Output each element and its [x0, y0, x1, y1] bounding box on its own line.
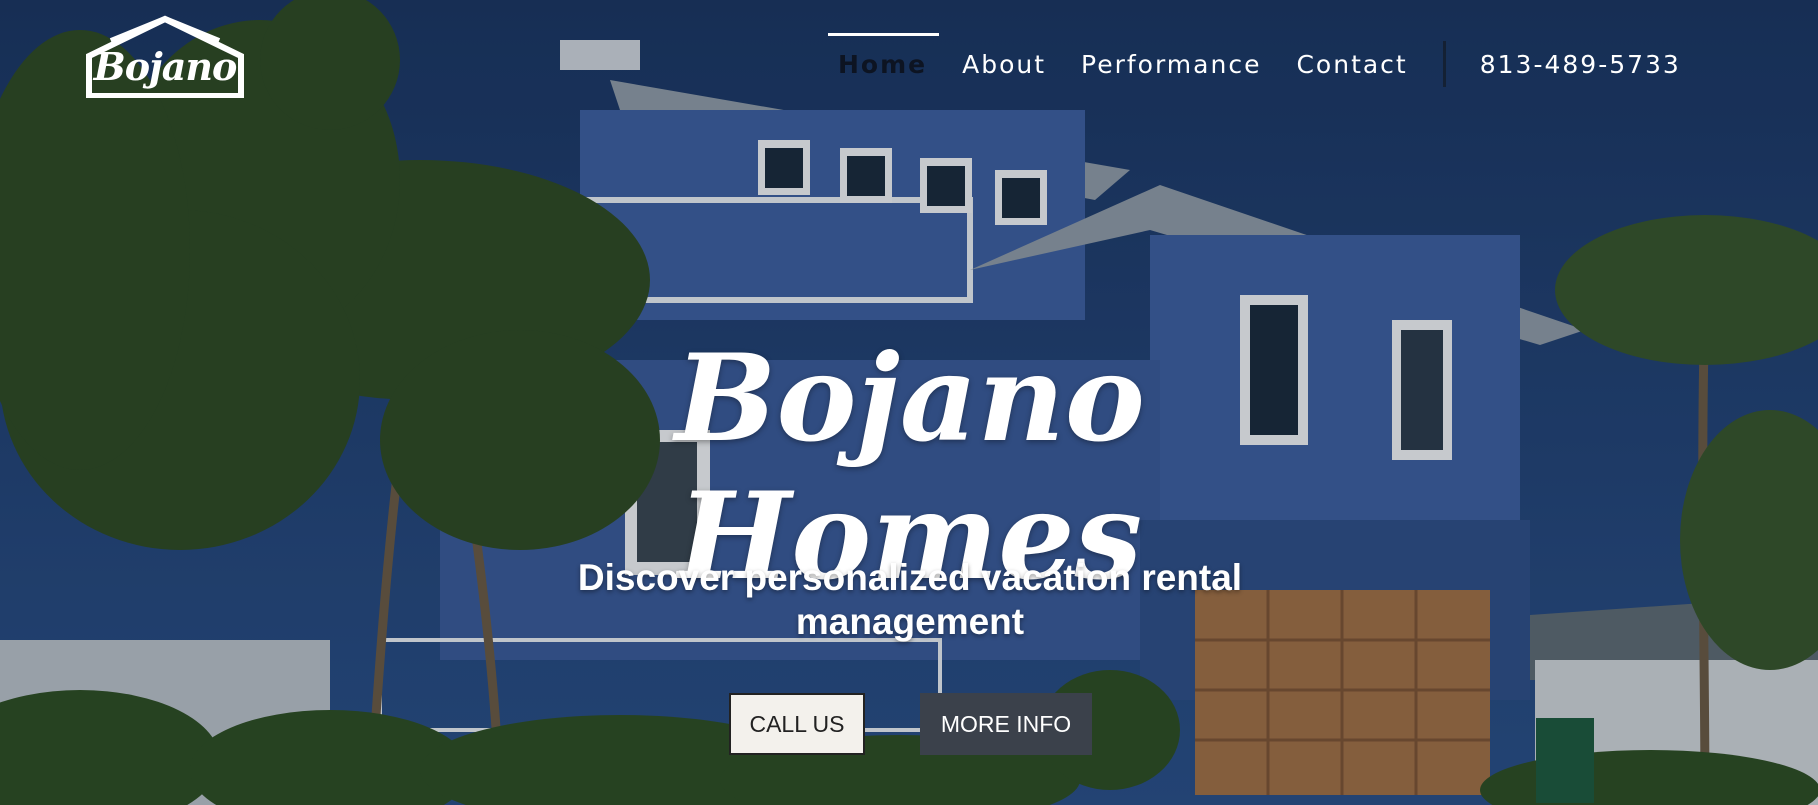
hero-tagline-line-2: management [795, 601, 1025, 642]
nav-about[interactable]: About [962, 36, 1046, 79]
logo-wordmark: Bojano [93, 44, 238, 89]
hero-tagline: Discover personalized vacation rental ma… [560, 556, 1260, 644]
bojano-logo[interactable]: Bojano [86, 14, 244, 98]
hero-tagline-line-1: Discover personalized vacation rental [577, 557, 1243, 598]
more-info-button[interactable]: MORE INFO [920, 693, 1092, 755]
hero-section: Bojano Home About Performance Contact 81… [0, 0, 1818, 805]
call-us-button[interactable]: CALL US [729, 693, 865, 755]
nav-performance[interactable]: Performance [1081, 36, 1261, 79]
main-navigation: Home About Performance Contact 813-489-5… [827, 22, 1681, 92]
phone-number-link[interactable]: 813-489-5733 [1480, 36, 1681, 79]
nav-home[interactable]: Home [827, 32, 940, 79]
nav-divider [1442, 41, 1446, 87]
hero-title-line-1: Bojano [675, 328, 1145, 470]
nav-contact[interactable]: Contact [1296, 36, 1407, 79]
